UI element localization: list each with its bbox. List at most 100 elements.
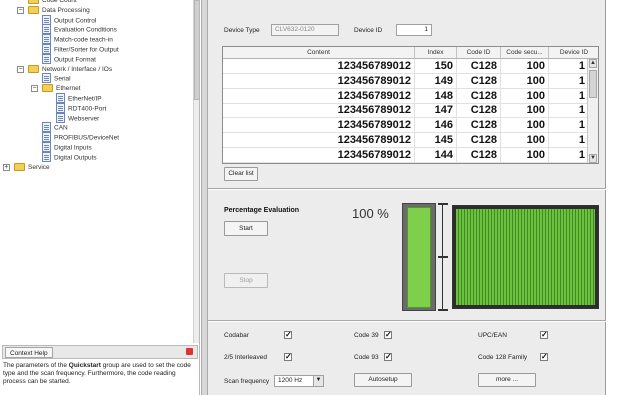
tree-item[interactable]: − Data Processing xyxy=(17,6,90,15)
tree-item[interactable]: CAN xyxy=(42,122,68,133)
table-cell: C128 xyxy=(457,59,501,74)
table-row[interactable]: 123456789012 144 C128 100 1 xyxy=(223,147,589,163)
start-button[interactable]: Start xyxy=(224,221,268,236)
context-help-text-before: The parameters of the xyxy=(3,362,69,369)
column-header[interactable]: Code secu... xyxy=(501,47,549,59)
tree-scroll-thumb[interactable] xyxy=(194,0,199,100)
document-icon xyxy=(42,142,51,152)
history-bars xyxy=(456,209,595,305)
device-type-field: CLV632-0120 xyxy=(271,24,339,36)
table-row[interactable]: 123456789012 146 C128 100 1 xyxy=(223,118,589,134)
tree-item-label: RDT400-Port xyxy=(68,105,107,113)
codabar-checkbox[interactable]: ✓ xyxy=(284,331,292,339)
percentage-bar xyxy=(402,203,436,311)
expand-icon[interactable]: + xyxy=(3,163,10,171)
table-cell: 123456789012 xyxy=(223,59,415,74)
tree-item[interactable]: − Network / Interface / IOs xyxy=(17,64,112,74)
column-header[interactable]: Index xyxy=(415,47,457,59)
scale-tick-bottom xyxy=(438,309,448,311)
tree-item[interactable]: PROFIBUS/DeviceNet xyxy=(42,132,119,143)
code93-checkbox[interactable]: ✓ xyxy=(384,353,392,361)
tree-item[interactable]: Evaluation Conditions xyxy=(42,24,117,35)
table-cell: C128 xyxy=(457,88,501,104)
chevron-down-icon[interactable]: ▼ xyxy=(313,376,323,386)
document-icon xyxy=(56,93,65,103)
tree-item[interactable]: Digital Inputs xyxy=(42,142,92,152)
table-cell: 100 xyxy=(501,133,549,148)
close-icon[interactable] xyxy=(186,348,193,355)
context-help-tab[interactable]: Context Help xyxy=(5,347,53,358)
table-cell: 1 xyxy=(549,118,589,134)
code39-checkbox[interactable]: ✓ xyxy=(384,331,392,339)
tree-item[interactable]: Filter/Sorter for Output xyxy=(42,44,119,54)
tree-item-label: CAN xyxy=(54,125,68,133)
tree-item[interactable]: − Ethernet xyxy=(31,84,81,93)
column-header[interactable]: Code ID xyxy=(457,47,501,59)
table-scroll-thumb[interactable] xyxy=(589,70,597,98)
interleaved-checkbox[interactable]: ✓ xyxy=(284,353,292,361)
context-help-panel: Context Help The parameters of the Quick… xyxy=(0,343,200,395)
table-row[interactable]: 123456789012 150 C128 100 1 xyxy=(223,59,589,74)
document-icon xyxy=(56,102,65,113)
collapse-icon[interactable]: − xyxy=(31,85,38,93)
table-cell: 1 xyxy=(549,59,589,74)
table-header: Content Index Code ID Code secu... Device ID xyxy=(223,47,598,59)
table-cell: C128 xyxy=(457,147,501,163)
tree-item-label: Ethernet xyxy=(56,85,81,93)
tree-scrollbar[interactable] xyxy=(193,0,199,343)
folder-icon xyxy=(28,64,39,73)
tree-item-label: Match-code teach-in xyxy=(54,36,113,44)
section-divider-top xyxy=(208,188,606,190)
more-button[interactable]: more ... xyxy=(478,373,536,387)
upc-ean-checkbox[interactable]: ✓ xyxy=(540,331,548,339)
scan-frequency-select[interactable]: 1200 Hz ▼ xyxy=(274,375,324,387)
tree-item[interactable]: Webserver xyxy=(56,112,100,123)
document-icon xyxy=(42,24,51,35)
table-row[interactable]: 123456789012 145 C128 100 1 xyxy=(223,133,589,148)
table-cell: 123456789012 xyxy=(223,103,415,119)
table-cell: C128 xyxy=(457,118,501,134)
table-cell: C128 xyxy=(457,73,501,89)
autosetup-button[interactable]: Autosetup xyxy=(354,373,412,387)
document-icon xyxy=(42,132,51,143)
scroll-up-icon[interactable]: ▲ xyxy=(589,59,597,68)
collapse-icon[interactable]: − xyxy=(17,6,24,14)
tree-item[interactable]: + Service xyxy=(3,162,50,172)
scale-tick-top xyxy=(438,203,448,205)
column-header[interactable]: Device ID xyxy=(549,47,598,59)
panel-splitter[interactable] xyxy=(201,0,208,395)
parameter-tree: Code Count − Data Processing Output Control… xyxy=(0,0,200,343)
tree-item-label: Code Count xyxy=(42,0,77,4)
table-row[interactable]: 123456789012 147 C128 100 1 xyxy=(223,103,589,119)
table-cell: 150 xyxy=(415,59,457,74)
tree-item[interactable]: Serial xyxy=(42,73,71,84)
document-icon xyxy=(42,53,51,64)
table-cell: 100 xyxy=(501,59,549,74)
tree-item[interactable]: EtherNet/IP xyxy=(56,93,102,103)
tree-item-label: Digital Outputs xyxy=(54,154,97,162)
section-divider-bottom xyxy=(208,320,606,322)
context-help-header: Context Help xyxy=(2,345,198,359)
table-row[interactable]: 123456789012 149 C128 100 1 xyxy=(223,73,589,89)
tree-item-label: Serial xyxy=(54,76,71,84)
table-scrollbar[interactable]: ▲ ▼ xyxy=(587,59,598,163)
device-id-field[interactable]: 1 xyxy=(396,24,432,36)
tree-item[interactable]: Code Count xyxy=(28,0,77,5)
document-icon xyxy=(42,14,51,25)
stop-button[interactable]: Stop xyxy=(224,273,268,288)
clear-list-button[interactable]: Clear list xyxy=(224,167,258,181)
table-cell: 144 xyxy=(415,147,457,163)
tree-item-label: Webserver xyxy=(68,115,100,123)
tree-item[interactable]: Output Control xyxy=(42,14,96,25)
table-row[interactable]: 123456789012 148 C128 100 1 xyxy=(223,88,589,104)
column-header[interactable]: Content xyxy=(223,47,415,59)
table-cell: 1 xyxy=(549,88,589,104)
collapse-icon[interactable]: − xyxy=(17,65,24,73)
scroll-down-icon[interactable]: ▼ xyxy=(589,154,597,163)
tree-item[interactable]: Output Format xyxy=(42,53,96,64)
tree-item[interactable]: Match-code teach-in xyxy=(42,34,113,45)
code128-checkbox[interactable]: ✓ xyxy=(540,353,548,361)
tree-item[interactable]: RDT400-Port xyxy=(56,102,107,113)
scan-frequency-label: Scan frequency xyxy=(224,378,270,385)
tree-item[interactable]: Digital Outputs xyxy=(42,151,97,162)
